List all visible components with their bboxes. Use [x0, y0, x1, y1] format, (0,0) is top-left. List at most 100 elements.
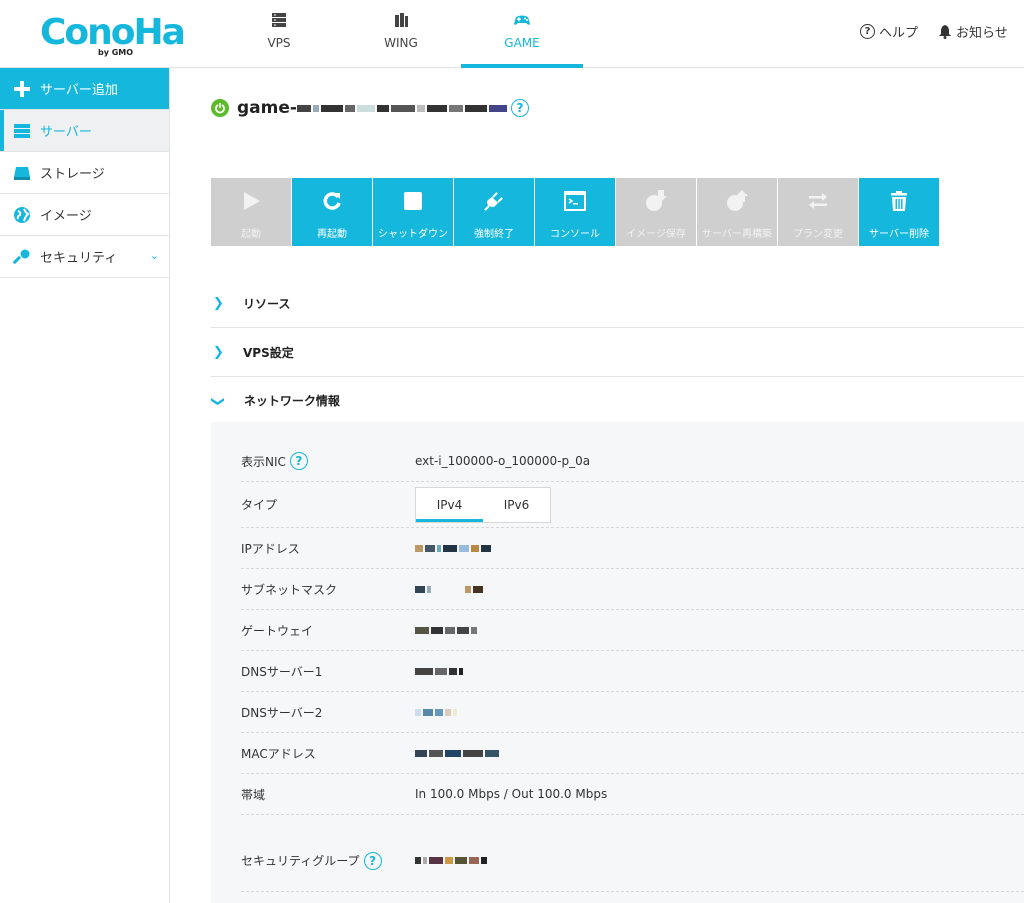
section-label: リソース — [243, 297, 291, 311]
row-mac: MACアドレス — [241, 733, 1024, 774]
help-label: ヘルプ — [879, 26, 919, 41]
section-vps-settings[interactable]: ❯ VPS設定 — [211, 329, 1024, 377]
power-status-icon — [211, 99, 229, 117]
sidebar-item-security[interactable]: セキュリティ ⌄ — [0, 236, 169, 278]
globe-download-icon — [644, 189, 668, 213]
ip-label: IPアドレス — [241, 541, 300, 556]
sidebar-item-label: ストレージ — [40, 167, 105, 182]
delete-server-button[interactable]: サーバー削除 — [859, 178, 940, 246]
key-icon — [12, 248, 32, 266]
globe-upload-icon — [725, 189, 749, 213]
rebuild-button[interactable]: サーバー再構築 — [697, 178, 778, 246]
globe-icon — [12, 206, 32, 224]
ip-version-tabs: IPv4 IPv6 — [415, 486, 551, 523]
restart-label: 再起動 — [317, 229, 347, 240]
start-button[interactable]: 起動 — [211, 178, 292, 246]
ip-value-redacted — [415, 544, 491, 552]
sidebar-item-label: サーバー — [40, 125, 92, 140]
help-link[interactable]: ? ヘルプ — [860, 22, 918, 41]
mac-value-redacted — [415, 749, 499, 757]
dns1-value-redacted — [415, 667, 463, 675]
sidebar-item-label: セキュリティ — [40, 251, 118, 266]
chevron-right-icon: ❯ — [213, 345, 224, 360]
type-label: タイプ — [241, 498, 278, 512]
restart-button[interactable]: 再起動 — [292, 178, 373, 246]
sidebar-item-label: イメージ — [40, 209, 92, 224]
row-security-group: セキュリティグループ? — [241, 830, 1024, 892]
console-button[interactable]: コンソール — [535, 178, 616, 246]
server-title: game- ? — [211, 98, 529, 118]
conoha-logo[interactable]: ConoHa by GMO — [40, 10, 186, 58]
dns1-label: DNSサーバー1 — [241, 664, 323, 679]
play-icon — [239, 189, 263, 213]
section-label: ネットワーク情報 — [243, 394, 340, 408]
delete-server-label: サーバー削除 — [869, 229, 929, 240]
row-bandwidth: 帯域 In 100.0 Mbps / Out 100.0 Mbps — [241, 774, 1024, 815]
security-group-value-redacted — [415, 857, 487, 864]
shutdown-button[interactable]: シャットダウン — [373, 178, 454, 246]
gateway-label: ゲートウェイ — [241, 623, 314, 638]
gamepad-icon — [514, 15, 530, 25]
chevron-down-icon: ❯ — [209, 396, 225, 407]
subnet-label: サブネットマスク — [241, 582, 338, 597]
console-icon — [563, 189, 587, 213]
save-image-label: イメージ保存 — [626, 229, 686, 240]
trash-icon — [887, 189, 911, 213]
nav-vps-label: VPS — [267, 36, 291, 50]
nav-wing[interactable]: WING — [340, 0, 462, 68]
tab-ipv4[interactable]: IPv4 — [416, 488, 483, 522]
nav-game-label: GAME — [504, 36, 540, 50]
help-icon[interactable]: ? — [510, 99, 529, 117]
mac-label: MACアドレス — [241, 746, 316, 761]
start-label: 起動 — [241, 229, 261, 240]
nic-label: 表示NIC — [241, 454, 286, 469]
server-icon — [12, 122, 32, 140]
plus-icon — [12, 80, 32, 98]
plan-change-button[interactable]: プラン変更 — [778, 178, 859, 246]
force-stop-label: 強制終了 — [474, 229, 514, 240]
section-network-info[interactable]: ❯ ネットワーク情報 — [209, 377, 1024, 425]
row-gateway: ゲートウェイ — [241, 610, 1024, 651]
plug-icon — [482, 189, 506, 213]
swap-arrows-icon — [806, 189, 830, 213]
network-info-panel: 表示NIC? ext-i_100000-o_100000-p_0a タイプ IP… — [211, 422, 1024, 903]
chevron-down-icon: ⌄ — [149, 249, 159, 262]
save-image-button[interactable]: イメージ保存 — [616, 178, 697, 246]
nic-value: ext-i_100000-o_100000-p_0a — [415, 454, 591, 468]
nav-wing-label: WING — [384, 36, 418, 50]
sidebar-item-label: サーバー追加 — [40, 83, 118, 98]
server-name-redacted — [296, 104, 507, 112]
bandwidth-label: 帯域 — [241, 787, 266, 802]
sidebar-item-add-server[interactable]: サーバー追加 — [0, 68, 169, 110]
nav-game[interactable]: GAME — [461, 0, 583, 68]
sidebar-item-storage[interactable]: ストレージ — [0, 152, 169, 194]
bandwidth-value: In 100.0 Mbps / Out 100.0 Mbps — [415, 787, 608, 801]
logo-sub: by GMO — [98, 48, 134, 57]
sidebar-item-image[interactable]: イメージ — [0, 194, 169, 236]
dns2-label: DNSサーバー2 — [241, 705, 323, 720]
force-stop-button[interactable]: 強制終了 — [454, 178, 535, 246]
nav-vps[interactable]: VPS — [218, 0, 340, 68]
main-content: game- ? 起動 再起動 シャットダウン 強制終了 コンソール イメージ保存… — [171, 68, 1024, 903]
row-dns2: DNSサーバー2 — [241, 692, 1024, 733]
row-type: タイプ IPv4 IPv6 — [241, 482, 1024, 528]
sidebar-item-server[interactable]: サーバー — [0, 110, 169, 152]
notice-label: お知らせ — [956, 26, 1008, 41]
row-ip: IPアドレス — [241, 528, 1024, 569]
tab-ipv6[interactable]: IPv6 — [483, 488, 550, 522]
section-resource[interactable]: ❯ リソース — [211, 280, 1024, 328]
bell-icon — [939, 25, 951, 39]
action-toolbar: 起動 再起動 シャットダウン 強制終了 コンソール イメージ保存 サーバー再構築 — [211, 178, 940, 246]
security-group-label: セキュリティグループ — [241, 854, 360, 868]
help-icon[interactable]: ? — [289, 452, 308, 470]
row-dns1: DNSサーバー1 — [241, 651, 1024, 692]
notice-link[interactable]: お知らせ — [938, 22, 1008, 41]
help-icon[interactable]: ? — [363, 851, 382, 870]
wing-icon — [395, 13, 408, 27]
gateway-value-redacted — [415, 626, 477, 634]
console-label: コンソール — [550, 229, 600, 240]
server-stack-icon — [272, 13, 286, 27]
storage-icon — [12, 164, 32, 182]
help-circle-icon: ? — [860, 24, 875, 39]
top-bar: ConoHa by GMO VPS WING GAME ? ヘルプ お知らせ — [0, 0, 1024, 68]
